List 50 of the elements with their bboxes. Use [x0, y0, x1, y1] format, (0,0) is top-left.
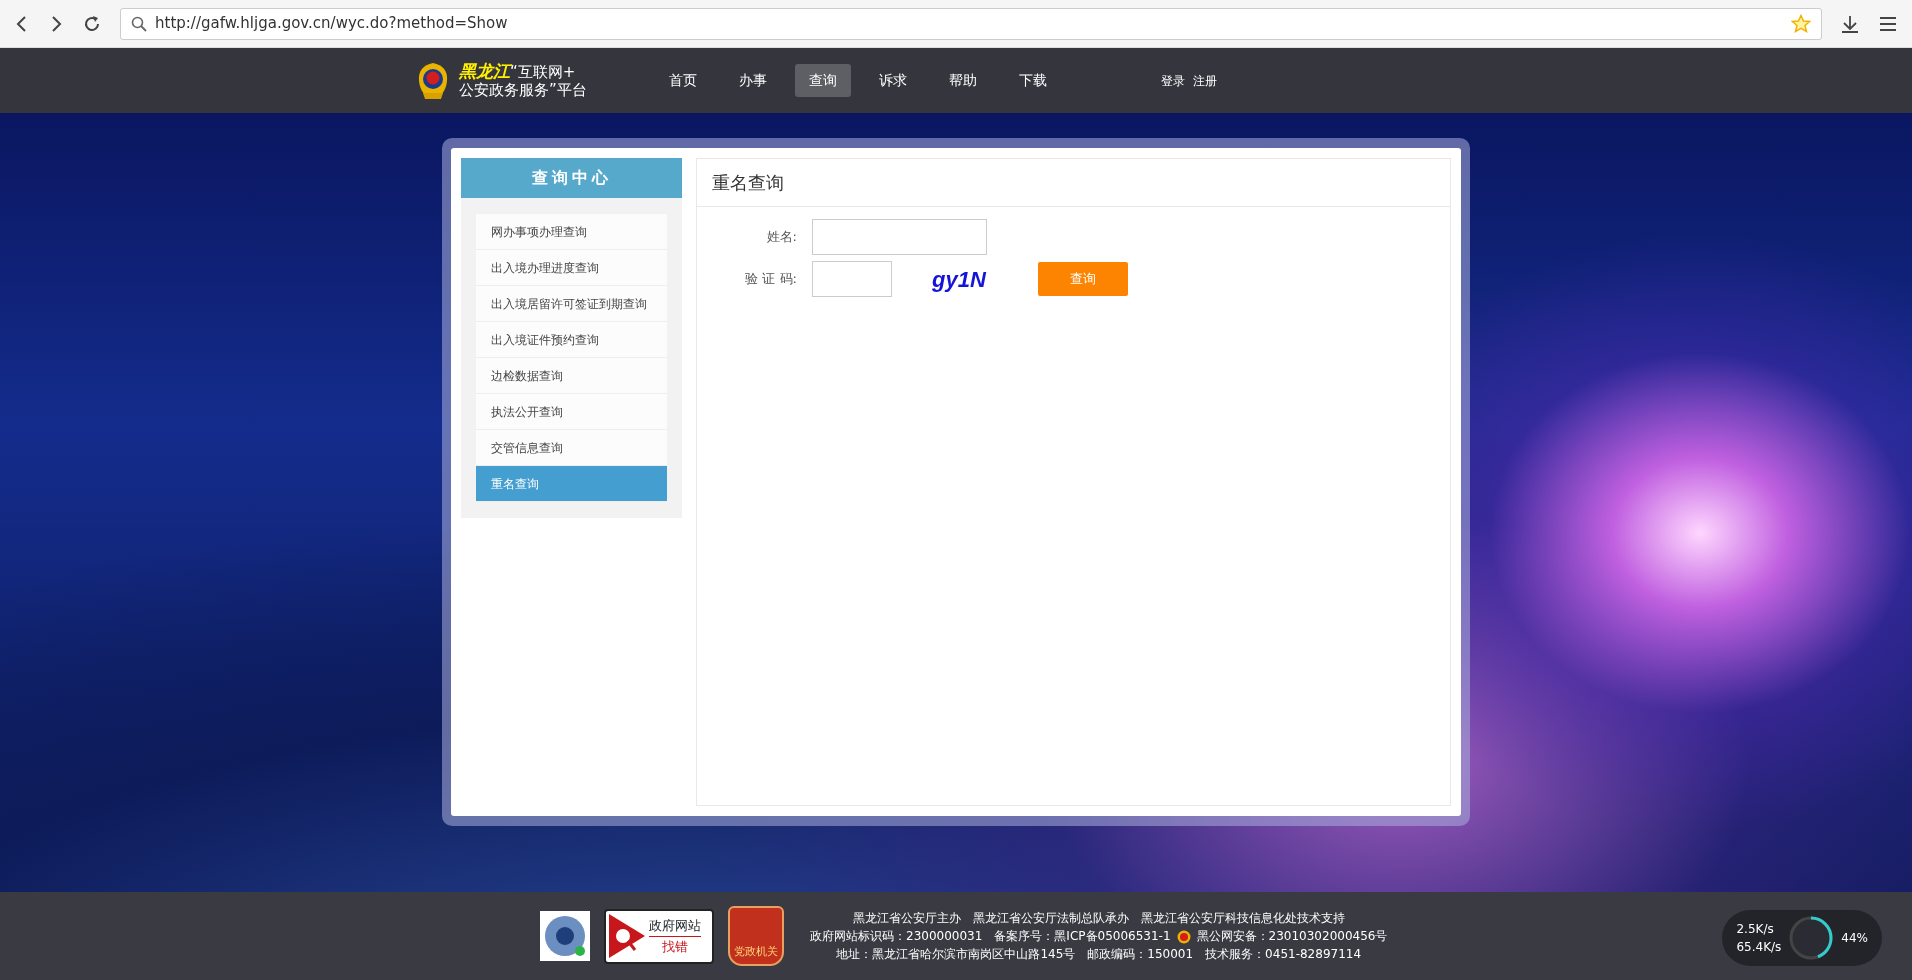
panel-title: 重名查询: [697, 159, 1450, 207]
footer-text: 黑龙江省公安厅科技信息化处技术支持: [1140, 911, 1345, 925]
sidebar-item[interactable]: 出入境证件预约查询: [476, 322, 667, 358]
field-label: 姓名:: [765, 228, 798, 247]
reload-icon[interactable]: [82, 13, 102, 34]
sidebar-item[interactable]: 交管信息查询: [476, 430, 667, 466]
account-link[interactable]: 登录: [1160, 71, 1185, 90]
url-text: http://gafw.hljga.gov.cn/wyc.do?method=Show: [155, 13, 509, 35]
party-badge[interactable]: 党政机关: [728, 906, 784, 966]
download-speed: 65.4K/s: [1736, 939, 1782, 956]
website-error-report-badge[interactable]: 政府网站 找错: [604, 908, 714, 964]
police-emblem-icon: [1176, 929, 1191, 944]
qr-code-icon: [540, 911, 590, 961]
captcha-image: gy1N: [932, 265, 986, 294]
sidebar-item[interactable]: 出入境居留许可签证到期查询: [476, 286, 667, 322]
address-bar[interactable]: http://gafw.hljga.gov.cn/wyc.do?method=Show: [120, 7, 1822, 40]
magnifier-icon: [609, 914, 645, 958]
download-icon[interactable]: [1840, 13, 1860, 34]
field-label: 验 证 码:: [744, 270, 798, 289]
name-field[interactable]: [812, 219, 987, 255]
sidebar-item[interactable]: 边检数据查询: [476, 358, 667, 394]
footer-text: 邮政编码：150001: [1087, 947, 1194, 961]
sidebar-item[interactable]: 网办事项办理查询: [476, 214, 667, 250]
nav-link-item[interactable]: 办事: [724, 64, 781, 97]
footer-text: 备案序号：黑ICP备05006531-1: [994, 929, 1171, 943]
sidebar-title: 查询中心: [461, 158, 682, 198]
footer-text: 技术服务：0451-82897114: [1205, 947, 1362, 961]
percent-text: 44%: [1841, 930, 1868, 947]
account-link[interactable]: 注册: [1192, 71, 1217, 90]
sidebar-item[interactable]: 执法公开查询: [476, 394, 667, 430]
footer-text: 黑龙江省公安厅主办: [852, 911, 961, 925]
footer-text: 地址：黑龙江省哈尔滨市南岗区中山路145号: [836, 947, 1076, 961]
badge-action: 找错: [649, 935, 701, 956]
search-icon: [131, 15, 147, 32]
nav-link-item[interactable]: 诉求: [864, 64, 921, 97]
sidebar-item[interactable]: 出入境办理进度查询: [476, 250, 667, 286]
menu-icon[interactable]: [1878, 14, 1898, 33]
logo-calligraphy: 黑龙江: [459, 61, 510, 81]
nav-link-item[interactable]: 首页: [654, 64, 711, 97]
logo-text: 公安政务服务”平台: [459, 81, 587, 99]
nav-link-item[interactable]: 帮助: [934, 64, 991, 97]
badge-title: 政府网站: [649, 917, 701, 935]
upload-speed: 2.5K/s: [1736, 921, 1775, 938]
footer-text: 黑公网安备：23010302000456号: [1196, 929, 1388, 943]
captcha-field[interactable]: [812, 261, 892, 297]
footer-text: 政府网站标识码：2300000031: [810, 929, 983, 943]
nav-link-item[interactable]: 下载: [1004, 64, 1061, 97]
star-icon[interactable]: [1791, 13, 1811, 34]
footer-text: 黑龙江省公安厅法制总队承办: [972, 911, 1129, 925]
nav-link-item[interactable]: 查询: [794, 64, 851, 97]
